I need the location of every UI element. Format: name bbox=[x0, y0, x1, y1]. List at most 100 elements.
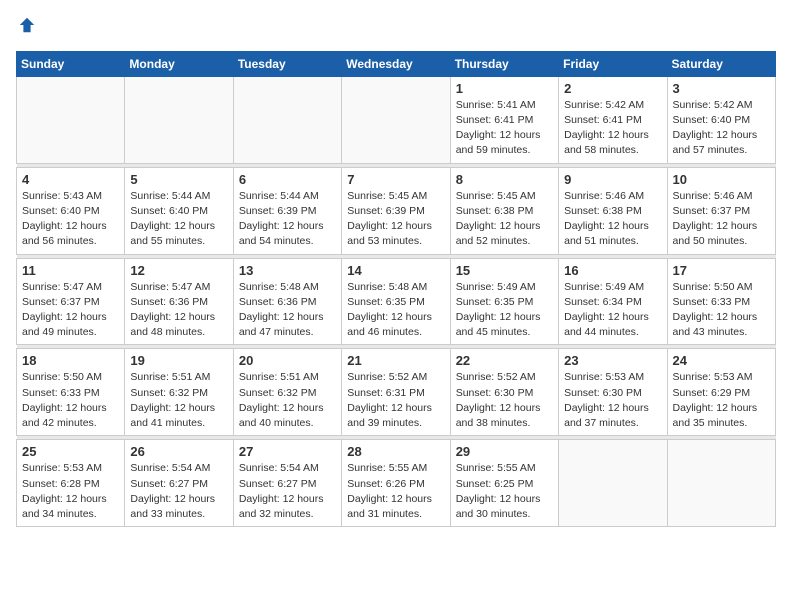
day-number: 8 bbox=[456, 172, 553, 187]
day-info: Sunrise: 5:44 AMSunset: 6:39 PMDaylight:… bbox=[239, 189, 336, 250]
calendar-cell: 4 Sunrise: 5:43 AMSunset: 6:40 PMDaylight… bbox=[17, 167, 125, 254]
day-header-friday: Friday bbox=[559, 51, 667, 76]
day-number: 15 bbox=[456, 263, 553, 278]
day-info: Sunrise: 5:55 AMSunset: 6:25 PMDaylight:… bbox=[456, 461, 553, 522]
day-number: 17 bbox=[673, 263, 770, 278]
calendar-cell: 28Sunrise: 5:55 AMSunset: 6:26 PMDayligh… bbox=[342, 440, 450, 527]
day-header-thursday: Thursday bbox=[450, 51, 558, 76]
calendar-cell bbox=[233, 76, 341, 163]
calendar-cell bbox=[559, 440, 667, 527]
day-info: Sunrise: 5:53 AMSunset: 6:28 PMDaylight:… bbox=[22, 461, 119, 522]
day-number: 25 bbox=[22, 444, 119, 459]
day-number: 11 bbox=[22, 263, 119, 278]
day-info: Sunrise: 5:46 AMSunset: 6:37 PMDaylight:… bbox=[673, 189, 770, 250]
day-number: 3 bbox=[673, 81, 770, 96]
calendar-week-5: 25 Sunrise: 5:53 AMSunset: 6:28 PMDayligh… bbox=[17, 440, 776, 527]
calendar-cell bbox=[342, 76, 450, 163]
day-header-tuesday: Tuesday bbox=[233, 51, 341, 76]
day-info: Sunrise: 5:51 AMSunset: 6:32 PMDaylight:… bbox=[130, 370, 227, 431]
day-info: Sunrise: 5:43 AMSunset: 6:40 PMDaylight:… bbox=[22, 189, 119, 250]
calendar-cell: 7 Sunrise: 5:45 AMSunset: 6:39 PMDaylight… bbox=[342, 167, 450, 254]
calendar-week-4: 18 Sunrise: 5:50 AMSunset: 6:33 PMDayligh… bbox=[17, 349, 776, 436]
day-info: Sunrise: 5:44 AMSunset: 6:40 PMDaylight:… bbox=[130, 189, 227, 250]
day-header-monday: Monday bbox=[125, 51, 233, 76]
calendar-table: SundayMondayTuesdayWednesdayThursdayFrid… bbox=[16, 51, 776, 527]
calendar-cell: 1 Sunrise: 5:41 AMSunset: 6:41 PMDaylight… bbox=[450, 76, 558, 163]
day-number: 4 bbox=[22, 172, 119, 187]
day-info: Sunrise: 5:49 AMSunset: 6:34 PMDaylight:… bbox=[564, 280, 661, 341]
day-info: Sunrise: 5:55 AMSunset: 6:26 PMDaylight:… bbox=[347, 461, 444, 522]
logo bbox=[16, 16, 36, 39]
day-info: Sunrise: 5:54 AMSunset: 6:27 PMDaylight:… bbox=[130, 461, 227, 522]
calendar-cell: 8 Sunrise: 5:45 AMSunset: 6:38 PMDaylight… bbox=[450, 167, 558, 254]
day-number: 20 bbox=[239, 353, 336, 368]
day-number: 7 bbox=[347, 172, 444, 187]
day-number: 12 bbox=[130, 263, 227, 278]
day-info: Sunrise: 5:51 AMSunset: 6:32 PMDaylight:… bbox=[239, 370, 336, 431]
calendar-week-3: 11Sunrise: 5:47 AMSunset: 6:37 PMDayligh… bbox=[17, 258, 776, 345]
day-header-wednesday: Wednesday bbox=[342, 51, 450, 76]
calendar-cell bbox=[17, 76, 125, 163]
calendar-week-2: 4 Sunrise: 5:43 AMSunset: 6:40 PMDaylight… bbox=[17, 167, 776, 254]
logo-icon bbox=[18, 16, 36, 34]
day-info: Sunrise: 5:52 AMSunset: 6:30 PMDaylight:… bbox=[456, 370, 553, 431]
calendar-cell: 13 Sunrise: 5:48 AMSunset: 6:36 PMDayligh… bbox=[233, 258, 341, 345]
calendar-cell: 29Sunrise: 5:55 AMSunset: 6:25 PMDayligh… bbox=[450, 440, 558, 527]
calendar-cell bbox=[667, 440, 775, 527]
day-info: Sunrise: 5:49 AMSunset: 6:35 PMDaylight:… bbox=[456, 280, 553, 341]
calendar-cell: 15 Sunrise: 5:49 AMSunset: 6:35 PMDayligh… bbox=[450, 258, 558, 345]
calendar-cell: 26 Sunrise: 5:54 AMSunset: 6:27 PMDayligh… bbox=[125, 440, 233, 527]
day-info: Sunrise: 5:45 AMSunset: 6:38 PMDaylight:… bbox=[456, 189, 553, 250]
day-info: Sunrise: 5:48 AMSunset: 6:35 PMDaylight:… bbox=[347, 280, 444, 341]
calendar-cell: 21 Sunrise: 5:52 AMSunset: 6:31 PMDayligh… bbox=[342, 349, 450, 436]
day-info: Sunrise: 5:53 AMSunset: 6:29 PMDaylight:… bbox=[673, 370, 770, 431]
calendar-cell: 22 Sunrise: 5:52 AMSunset: 6:30 PMDayligh… bbox=[450, 349, 558, 436]
calendar-cell: 18 Sunrise: 5:50 AMSunset: 6:33 PMDayligh… bbox=[17, 349, 125, 436]
day-info: Sunrise: 5:47 AMSunset: 6:36 PMDaylight:… bbox=[130, 280, 227, 341]
day-number: 14 bbox=[347, 263, 444, 278]
day-number: 5 bbox=[130, 172, 227, 187]
day-number: 22 bbox=[456, 353, 553, 368]
day-number: 23 bbox=[564, 353, 661, 368]
day-number: 19 bbox=[130, 353, 227, 368]
calendar-header-row: SundayMondayTuesdayWednesdayThursdayFrid… bbox=[17, 51, 776, 76]
day-info: Sunrise: 5:45 AMSunset: 6:39 PMDaylight:… bbox=[347, 189, 444, 250]
day-info: Sunrise: 5:42 AMSunset: 6:40 PMDaylight:… bbox=[673, 98, 770, 159]
calendar-cell: 19 Sunrise: 5:51 AMSunset: 6:32 PMDayligh… bbox=[125, 349, 233, 436]
logo-text bbox=[16, 16, 36, 39]
day-number: 27 bbox=[239, 444, 336, 459]
calendar-cell: 20 Sunrise: 5:51 AMSunset: 6:32 PMDayligh… bbox=[233, 349, 341, 436]
day-number: 13 bbox=[239, 263, 336, 278]
day-number: 26 bbox=[130, 444, 227, 459]
calendar-week-1: 1 Sunrise: 5:41 AMSunset: 6:41 PMDaylight… bbox=[17, 76, 776, 163]
day-info: Sunrise: 5:42 AMSunset: 6:41 PMDaylight:… bbox=[564, 98, 661, 159]
day-number: 18 bbox=[22, 353, 119, 368]
day-info: Sunrise: 5:50 AMSunset: 6:33 PMDaylight:… bbox=[673, 280, 770, 341]
day-info: Sunrise: 5:52 AMSunset: 6:31 PMDaylight:… bbox=[347, 370, 444, 431]
day-info: Sunrise: 5:41 AMSunset: 6:41 PMDaylight:… bbox=[456, 98, 553, 159]
calendar-cell: 5 Sunrise: 5:44 AMSunset: 6:40 PMDaylight… bbox=[125, 167, 233, 254]
day-info: Sunrise: 5:53 AMSunset: 6:30 PMDaylight:… bbox=[564, 370, 661, 431]
calendar-cell: 6Sunrise: 5:44 AMSunset: 6:39 PMDaylight… bbox=[233, 167, 341, 254]
calendar-cell: 12 Sunrise: 5:47 AMSunset: 6:36 PMDayligh… bbox=[125, 258, 233, 345]
day-number: 1 bbox=[456, 81, 553, 96]
calendar-cell bbox=[125, 76, 233, 163]
calendar-cell: 24Sunrise: 5:53 AMSunset: 6:29 PMDayligh… bbox=[667, 349, 775, 436]
calendar-cell: 11Sunrise: 5:47 AMSunset: 6:37 PMDayligh… bbox=[17, 258, 125, 345]
day-info: Sunrise: 5:46 AMSunset: 6:38 PMDaylight:… bbox=[564, 189, 661, 250]
day-info: Sunrise: 5:54 AMSunset: 6:27 PMDaylight:… bbox=[239, 461, 336, 522]
calendar-cell: 17 Sunrise: 5:50 AMSunset: 6:33 PMDayligh… bbox=[667, 258, 775, 345]
day-header-saturday: Saturday bbox=[667, 51, 775, 76]
page-header bbox=[16, 16, 776, 39]
day-info: Sunrise: 5:50 AMSunset: 6:33 PMDaylight:… bbox=[22, 370, 119, 431]
calendar-cell: 9 Sunrise: 5:46 AMSunset: 6:38 PMDaylight… bbox=[559, 167, 667, 254]
day-number: 16 bbox=[564, 263, 661, 278]
day-number: 2 bbox=[564, 81, 661, 96]
day-info: Sunrise: 5:48 AMSunset: 6:36 PMDaylight:… bbox=[239, 280, 336, 341]
calendar-cell: 3 Sunrise: 5:42 AMSunset: 6:40 PMDaylight… bbox=[667, 76, 775, 163]
day-header-sunday: Sunday bbox=[17, 51, 125, 76]
day-number: 21 bbox=[347, 353, 444, 368]
calendar-cell: 25 Sunrise: 5:53 AMSunset: 6:28 PMDayligh… bbox=[17, 440, 125, 527]
day-number: 9 bbox=[564, 172, 661, 187]
day-number: 10 bbox=[673, 172, 770, 187]
